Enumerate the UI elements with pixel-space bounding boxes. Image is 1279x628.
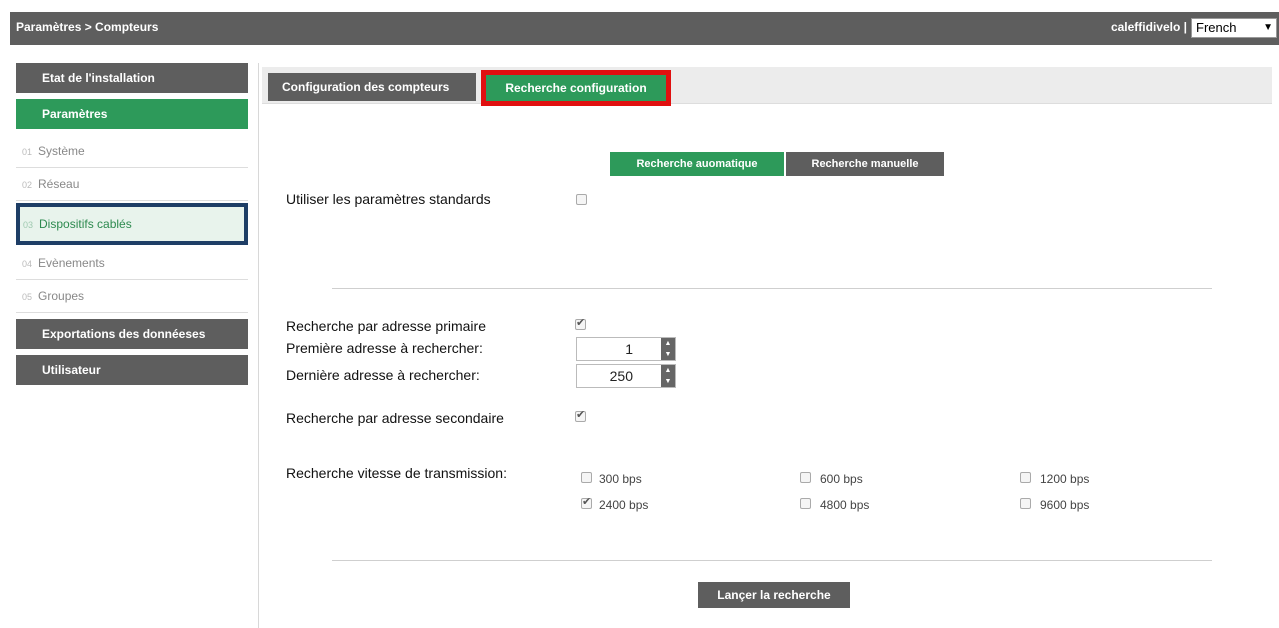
baud-option-label: 600 bps [820,472,863,486]
breadcrumb: Paramètres > Compteurs [16,20,159,34]
last-address-label: Dernière adresse à rechercher: [286,367,480,383]
manual-search-button[interactable]: Recherche manuelle [786,152,944,176]
decrement-icon[interactable]: ▼ [661,376,675,387]
auto-search-button[interactable]: Recherche auomatique [610,152,784,176]
primary-address-label: Recherche par adresse primaire [286,318,486,334]
tab-bar: Configuration des compteurs Recherche co… [262,67,1272,106]
username: caleffidivelo | [1110,20,1187,34]
launch-search-button[interactable]: Lançer la recherche [698,582,850,608]
stepper-buttons[interactable]: ▲ ▼ [661,365,675,387]
checkmark-icon: ✔ [576,409,586,421]
baud-option-label: 2400 bps [599,498,649,512]
standard-params-checkbox[interactable] [576,194,587,205]
secondary-address-checkbox[interactable]: ✔ [575,409,586,422]
sidebar-item-number: 05 [22,292,33,302]
baud-option-label: 4800 bps [820,498,870,512]
sidebar-item-number: 02 [22,180,33,190]
sidebar-item-number: 03 [23,220,34,230]
primary-address-checkbox[interactable]: ✔ [575,317,586,330]
language-select[interactable]: French ▼ [1191,18,1277,38]
sidebar-section-data-exports[interactable]: Exportations des donnéeses [16,319,248,349]
sidebar-item-label: Evènements [38,256,105,270]
stepper-buttons[interactable]: ▲ ▼ [661,338,675,360]
baud-option-label: 300 bps [599,472,642,486]
sidebar-item-number: 04 [22,259,33,269]
sidebar-item-label: Système [38,144,85,158]
separator [332,288,1212,289]
checkmark-icon: ✔ [582,496,592,508]
baud-4800-checkbox[interactable] [800,498,811,509]
first-address-value: 1 [625,341,633,357]
first-address-label: Première adresse à rechercher: [286,340,483,356]
sidebar-item-events[interactable]: 04 Evènements [16,247,248,280]
baud-2400-checkbox[interactable]: ✔ [581,496,592,509]
last-address-value: 250 [609,368,633,384]
language-value: French [1196,20,1237,35]
sidebar-item-number: 01 [22,147,33,157]
sidebar-section-installation-status[interactable]: Etat de l'installation [16,63,248,93]
sidebar-item-label: Réseau [38,177,80,191]
sidebar-item-label: Groupes [38,289,85,303]
baud-600-checkbox[interactable] [800,472,811,483]
sidebar-section-user[interactable]: Utilisateur [16,355,248,385]
standard-params-label: Utiliser les paramètres standards [286,191,491,207]
content-divider [258,63,259,628]
last-address-stepper[interactable]: 250 ▲ ▼ [576,364,676,388]
checkmark-icon: ✔ [576,317,586,329]
tab-meter-configuration[interactable]: Configuration des compteurs [268,73,476,101]
increment-icon[interactable]: ▲ [661,338,675,349]
chevron-down-icon: ▼ [1263,22,1273,33]
baud-rate-label: Recherche vitesse de transmission: [286,465,507,481]
secondary-address-label: Recherche par adresse secondaire [286,410,504,426]
sidebar-item-system[interactable]: 01 Système [16,135,248,168]
baud-300-checkbox[interactable] [581,472,592,483]
baud-option-label: 1200 bps [1040,472,1090,486]
sidebar: Etat de l'installation Paramètres 01 Syst… [16,63,248,391]
first-address-stepper[interactable]: 1 ▲ ▼ [576,337,676,361]
decrement-icon[interactable]: ▼ [661,349,675,360]
baud-1200-checkbox[interactable] [1020,472,1031,483]
baud-option-label: 9600 bps [1040,498,1090,512]
sidebar-item-wired-devices[interactable]: 03 Dispositifs cablés [16,203,248,245]
separator [332,560,1212,561]
baud-9600-checkbox[interactable] [1020,498,1031,509]
sidebar-section-parameters[interactable]: Paramètres [16,99,248,129]
sidebar-item-network[interactable]: 02 Réseau [16,168,248,201]
tab-search-configuration[interactable]: Recherche configuration [481,70,671,106]
sidebar-item-label: Dispositifs cablés [39,217,132,231]
sidebar-item-groups[interactable]: 05 Groupes [16,280,248,313]
increment-icon[interactable]: ▲ [661,365,675,376]
top-bar: Paramètres > Compteurs caleffidivelo | F… [10,12,1279,45]
